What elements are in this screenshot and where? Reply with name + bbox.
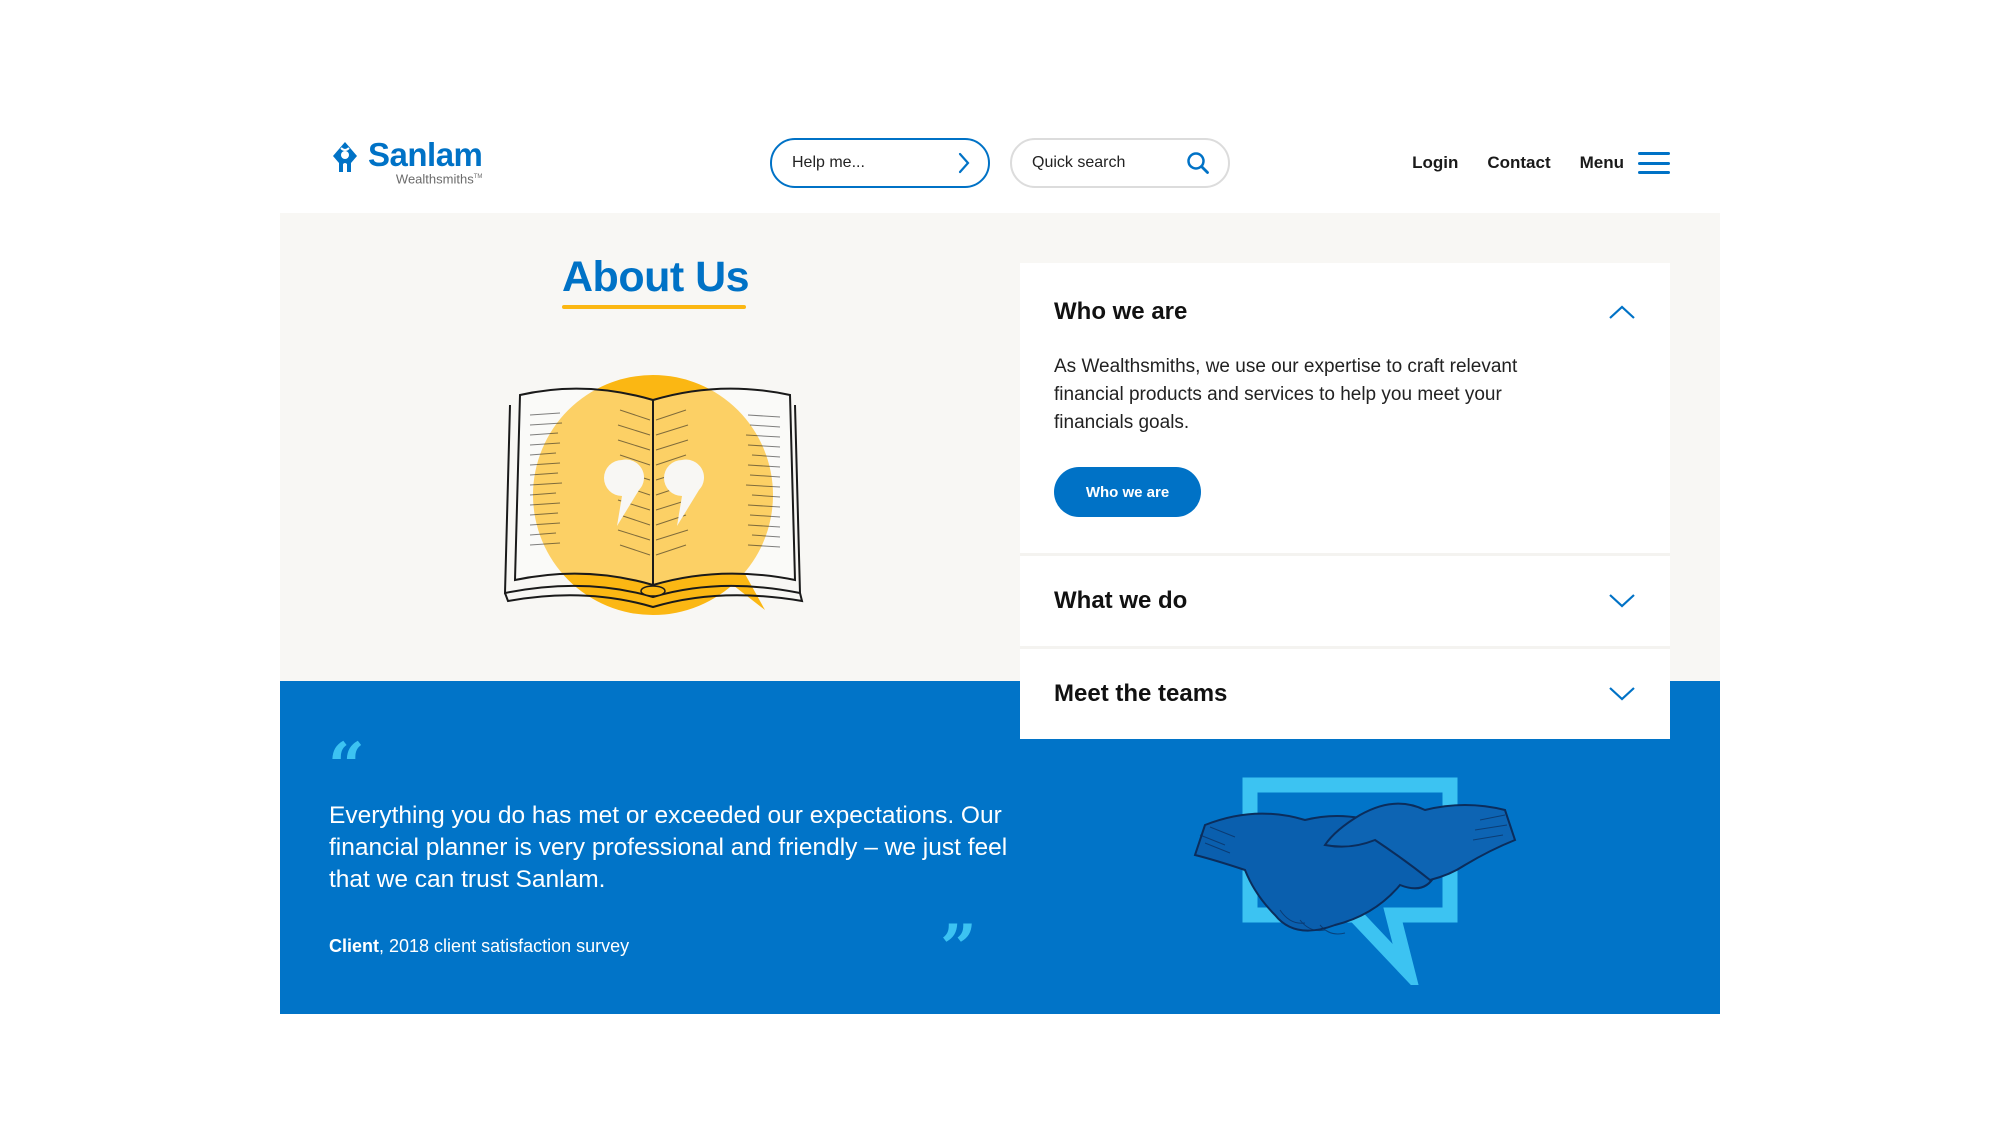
page-title: About Us [562, 253, 750, 301]
accordion-body-text: As Wealthsmiths, we use our expertise to… [1054, 356, 1518, 433]
accordion-title: Meet the teams [1054, 680, 1228, 707]
hamburger-icon [1638, 152, 1670, 174]
logo-subbrand: WealthsmithsTM [395, 171, 483, 187]
menu-button[interactable]: Menu [1580, 152, 1670, 174]
testimonial-text: Everything you do has met or exceeded ou… [329, 802, 1008, 893]
accordion-title: What we do [1054, 587, 1188, 614]
help-me-button[interactable]: Help me... [770, 138, 990, 188]
chevron-down-icon[interactable] [1608, 686, 1636, 702]
accordion-item-meet-the-teams: Meet the teams [1020, 649, 1670, 739]
contact-link[interactable]: Contact [1487, 153, 1550, 173]
accordion-title: Who we are [1054, 298, 1188, 325]
about-accordion: Who we are As Wealthsmiths, we use our e… [1020, 263, 1670, 739]
help-me-label: Help me... [792, 154, 865, 171]
quick-search[interactable] [1010, 138, 1230, 188]
sanlam-logo[interactable]: Sanlam WealthsmithsTM [330, 136, 483, 187]
search-icon[interactable] [1186, 151, 1210, 175]
accordion-header-meet-the-teams[interactable]: Meet the teams [1020, 649, 1670, 739]
open-book-quote-icon [503, 375, 804, 615]
menu-label: Menu [1579, 153, 1624, 172]
chevron-up-icon[interactable] [1608, 304, 1636, 320]
open-quote-icon: “ [328, 729, 365, 804]
sanlam-logo-icon [333, 142, 357, 172]
testimonial-attribution: Client, 2018 client satisfaction survey [329, 936, 629, 957]
testimonial-source: , 2018 client satisfaction survey [379, 936, 630, 956]
chevron-down-icon[interactable] [1608, 593, 1636, 609]
close-quote-icon: ” [940, 911, 977, 986]
testimonial-author: Client [329, 936, 380, 956]
accordion-header-who-we-are[interactable]: Who we are [1020, 263, 1670, 353]
chevron-right-icon [958, 152, 970, 174]
accordion-item-what-we-do: What we do [1020, 556, 1670, 649]
accordion-item-who-we-are: Who we are As Wealthsmiths, we use our e… [1020, 263, 1670, 556]
title-underline [562, 305, 746, 309]
accordion-body-who-we-are: As Wealthsmiths, we use our expertise to… [1020, 353, 1670, 553]
handshake-icon [1193, 777, 1517, 985]
who-we-are-button[interactable]: Who we are [1054, 467, 1201, 517]
logo-brand-name: Sanlam [368, 136, 483, 173]
top-nav: Login Contact Menu [1412, 148, 1670, 178]
accordion-header-what-we-do[interactable]: What we do [1020, 556, 1670, 646]
login-link[interactable]: Login [1412, 153, 1458, 173]
quick-search-input[interactable] [1032, 154, 1172, 172]
